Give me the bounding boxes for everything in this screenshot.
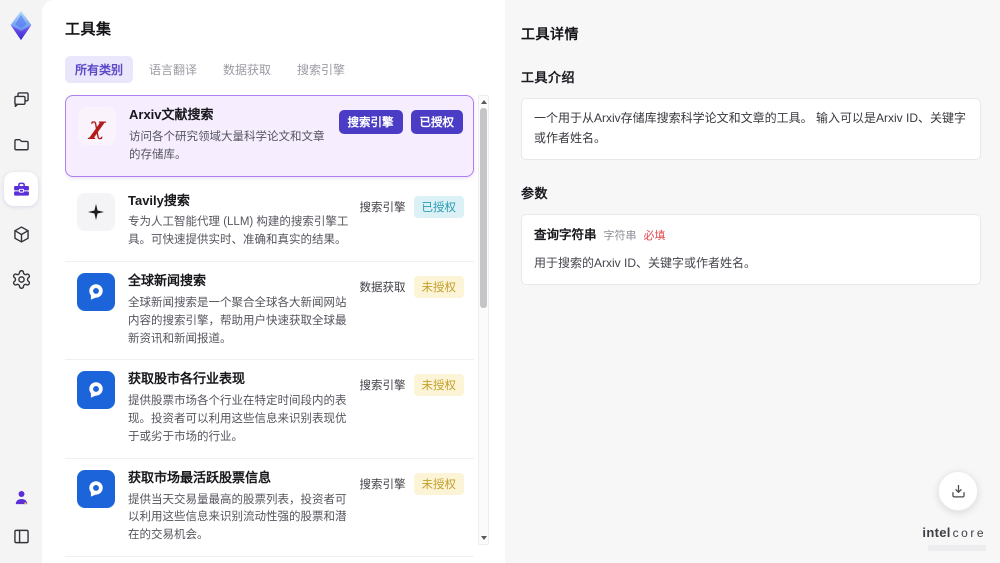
tool-auth-badge: 未授权 — [413, 472, 464, 495]
tool-title: 获取股市各行业表现 — [128, 371, 246, 387]
tool-title: Arxiv文献搜索 — [129, 107, 214, 122]
page-title: 工具集 — [65, 21, 112, 38]
intel-core-logo: intel core — [922, 524, 986, 551]
tool-list-item[interactable]: Tavily搜索 专为人工智能代理 (LLM) 构建的搜索引擎工具。可快速提供实… — [65, 181, 474, 263]
scroll-up-arrow[interactable] — [479, 97, 488, 107]
sidebar-nav — [0, 82, 42, 296]
tool-category-tag: 搜索引擎 — [359, 380, 406, 393]
param-required-badge: 必填 — [643, 229, 666, 242]
scroll-down-arrow[interactable] — [479, 533, 488, 543]
brand-core: core — [952, 526, 986, 540]
tool-auth-badge: 未授权 — [413, 374, 464, 397]
param-header: 查询字符串 字符串 必填 — [534, 225, 968, 246]
tool-list-item[interactable]: 获取市场最活跃股票信息 提供当天交易量最高的股票列表，投资者可以利用这些信息来识… — [65, 458, 474, 558]
tool-auth-badge: 未授权 — [413, 276, 464, 299]
sidebar-item-plugins[interactable] — [4, 217, 38, 251]
tab-language-translation[interactable]: 语言翻译 — [139, 56, 207, 83]
sidebar-bottom — [0, 480, 42, 553]
tool-list-item[interactable]: 获取股市各行业表现 提供股票市场各个行业在特定时间段内的表现。投资者可以利用这些… — [65, 360, 474, 459]
intro-box: 一个用于从Arxiv存储库搜索科学论文和文章的工具。 输入可以是Arxiv ID… — [521, 98, 981, 160]
download-icon — [951, 484, 965, 498]
sidebar-item-user[interactable] — [4, 480, 38, 514]
intro-heading: 工具介绍 — [521, 70, 576, 85]
params-heading: 参数 — [521, 185, 549, 201]
tool-desc: 专为人工智能代理 (LLM) 构建的搜索引擎工具。可快速提供实时、准确和真实的结… — [128, 216, 349, 247]
intro-text: 一个用于从Arxiv存储库搜索科学论文和文章的工具。 输入可以是Arxiv ID… — [534, 111, 967, 145]
news-icon — [77, 469, 115, 508]
tool-list-item[interactable]: 全球新闻搜索 全球新闻搜索是一个聚合全球各大新闻网站内容的搜索引擎，帮助用户快速… — [65, 262, 474, 361]
tool-auth-badge: 已授权 — [413, 195, 464, 218]
tool-category-tag: 搜索引擎 — [359, 201, 406, 214]
tool-list-item[interactable]: χ Arxiv文献搜索 访问各个研究领域大量科学论文和文章的存储库。 搜索引擎 … — [65, 95, 474, 177]
tool-desc: 访问各个研究领域大量科学论文和文章的存储库。 — [129, 130, 325, 161]
news-icon — [77, 273, 115, 312]
brand-intel: intel — [922, 525, 951, 540]
sidebar — [0, 0, 42, 563]
tool-title: 获取市场最活跃股票信息 — [128, 469, 272, 485]
folder-icon — [11, 134, 32, 155]
param-desc: 用于搜索的Arxiv ID、关键字或作者姓名。 — [534, 256, 757, 271]
user-icon — [11, 487, 32, 508]
detail-title: 工具详情 — [521, 26, 579, 42]
tool-auth-badge: 已授权 — [410, 110, 463, 134]
category-tabs: 所有类别 语言翻译 数据获取 搜索引擎 — [65, 56, 505, 83]
cube-icon — [11, 224, 32, 245]
panel-icon — [11, 526, 32, 547]
sidebar-item-settings[interactable] — [4, 262, 38, 296]
tools-panel: 工具集 所有类别 语言翻译 数据获取 搜索引擎 χ Arxiv文献搜索 访问各个研究领… — [42, 0, 505, 563]
tool-desc: 提供股票市场各个行业在特定时间段内的表现。投资者可以利用这些信息来识别表现优于或… — [128, 395, 347, 443]
sidebar-item-toolbox[interactable] — [4, 172, 38, 206]
tool-list-viewport: χ Arxiv文献搜索 访问各个研究领域大量科学论文和文章的存储库。 搜索引擎 … — [65, 95, 489, 563]
app-window: 工具集 所有类别 语言翻译 数据获取 搜索引擎 χ Arxiv文献搜索 访问各个研究领… — [0, 0, 1000, 563]
arxiv-icon: χ — [78, 107, 116, 145]
news-icon — [77, 371, 115, 410]
tool-category-tag: 搜索引擎 — [338, 110, 403, 134]
sidebar-item-files[interactable] — [4, 127, 38, 161]
toolbox-icon — [11, 179, 32, 200]
tool-desc: 提供当天交易量最高的股票列表，投资者可以利用这些信息来识别流动性强的股票和潜在的… — [128, 493, 347, 542]
gear-icon — [11, 269, 32, 290]
detail-panel: 工具详情 工具介绍 一个用于从Arxiv存储库搜索科学论文和文章的工具。 输入可… — [505, 0, 1000, 563]
scrollbar-thumb[interactable] — [480, 108, 487, 308]
app-logo-icon — [3, 8, 39, 44]
tab-search-engine[interactable]: 搜索引擎 — [287, 56, 355, 83]
tab-data-fetch[interactable]: 数据获取 — [213, 56, 281, 83]
tool-category-tag: 数据获取 — [359, 282, 406, 295]
brand-badge — [928, 545, 986, 551]
tool-desc: 全球新闻搜索是一个聚合全球各大新闻网站内容的搜索引擎，帮助用户快速获取全球最新资… — [128, 296, 347, 345]
tool-title: 全球新闻搜索 — [128, 273, 207, 289]
tool-list: χ Arxiv文献搜索 访问各个研究领域大量科学论文和文章的存储库。 搜索引擎 … — [65, 95, 474, 563]
tool-list-item[interactable]: 万维地区新闻查询 查询具体行政区划内的新闻，快速了解各地新闻动态。 搜索引擎 未… — [65, 557, 474, 563]
download-button[interactable] — [938, 471, 978, 511]
tool-title: Tavily搜索 — [128, 192, 190, 208]
tavily-icon — [77, 192, 115, 231]
param-type: 字符串 — [603, 229, 637, 242]
param-name: 查询字符串 — [534, 227, 597, 242]
sidebar-item-panel-toggle[interactable] — [4, 519, 38, 553]
list-scrollbar[interactable] — [478, 95, 489, 545]
tool-category-tag: 搜索引擎 — [359, 478, 406, 491]
chat-icon — [11, 89, 32, 110]
sidebar-item-chat[interactable] — [4, 82, 38, 116]
param-box: 查询字符串 字符串 必填 用于搜索的Arxiv ID、关键字或作者姓名。 — [521, 213, 981, 286]
tab-all-categories[interactable]: 所有类别 — [65, 56, 134, 83]
